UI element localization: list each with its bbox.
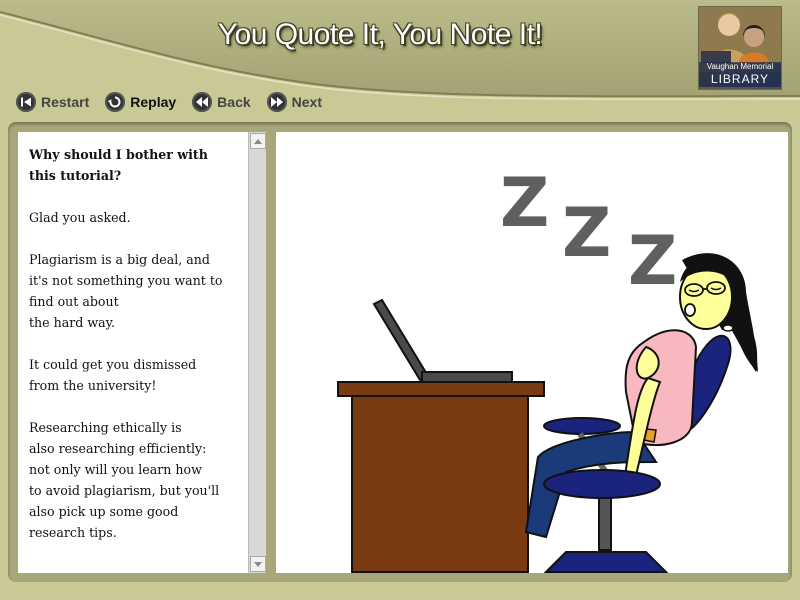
chair-seat <box>543 469 661 499</box>
library-logo: Vaughan Memorial LIBRARY <box>698 6 782 90</box>
text-heading: Why should I bother with this tutorial? <box>29 144 240 186</box>
text-line: the hard way. <box>29 315 116 330</box>
back-label: Back <box>217 94 251 110</box>
logo-people-image <box>699 7 781 63</box>
text-line: also researching efficiently: <box>29 441 207 456</box>
chevron-down-icon <box>254 561 262 567</box>
text-scrollbar[interactable] <box>248 132 266 573</box>
heading-line: this tutorial? <box>29 168 122 183</box>
desk <box>337 381 545 573</box>
next-label: Next <box>291 94 322 110</box>
page-title: You Quote It, You Note It! <box>217 18 543 51</box>
paragraph: Plagiarism is a big deal, and it's not s… <box>29 249 240 333</box>
illustration-panel: Z Z Z <box>276 132 788 573</box>
text-line: to avoid plagiarism, but you'll <box>29 483 220 498</box>
back-icon <box>192 92 213 112</box>
text-line: find out about <box>29 294 119 309</box>
next-icon <box>266 92 287 112</box>
text-line: not only will you learn how <box>29 462 202 477</box>
sleep-letter: Z <box>562 194 611 273</box>
text-line: Researching ethically is <box>29 420 182 435</box>
text-line: Glad you asked. <box>29 210 131 225</box>
paragraph: Glad you asked. <box>29 207 240 228</box>
scroll-up-arrow[interactable] <box>250 133 266 149</box>
text-line: it's not something you want to <box>29 273 223 288</box>
scroll-down-arrow[interactable] <box>250 556 266 572</box>
restart-icon <box>16 92 36 112</box>
student-body <box>618 329 698 494</box>
sleep-letter: Z <box>628 222 677 301</box>
text-line: from the university! <box>29 378 157 393</box>
text-panel: Why should I bother with this tutorial? … <box>18 132 248 573</box>
restart-button[interactable]: Restart <box>16 92 89 112</box>
replay-label: Replay <box>130 94 177 110</box>
text-line: Plagiarism is a big deal, and <box>29 252 210 267</box>
logo-text-library: LIBRARY <box>699 72 781 87</box>
navigation-bar: Restart Replay Back Next <box>16 90 322 114</box>
text-line: It could get you dismissed <box>29 357 197 372</box>
next-button[interactable]: Next <box>266 92 322 112</box>
back-button[interactable]: Back <box>192 92 251 112</box>
heading-line: Why should I bother with <box>29 147 208 162</box>
restart-label: Restart <box>41 94 90 110</box>
paragraph: Researching ethically is also researchin… <box>29 417 240 543</box>
laptop <box>372 298 513 383</box>
text-line: also pick up some good <box>29 504 179 519</box>
sleep-letter: Z <box>500 164 549 243</box>
header: You Quote It, You Note It! Vaughan Memor… <box>0 0 800 100</box>
sleeping-student-illustration: Z Z Z <box>337 164 758 573</box>
paragraph: It could get you dismissed from the univ… <box>29 354 240 396</box>
replay-button[interactable]: Replay <box>105 92 176 112</box>
replay-icon <box>105 92 126 112</box>
text-line: research tips. <box>29 525 117 540</box>
chevron-up-icon <box>254 138 262 144</box>
logo-text-vaughan-memorial: Vaughan Memorial <box>699 62 781 72</box>
